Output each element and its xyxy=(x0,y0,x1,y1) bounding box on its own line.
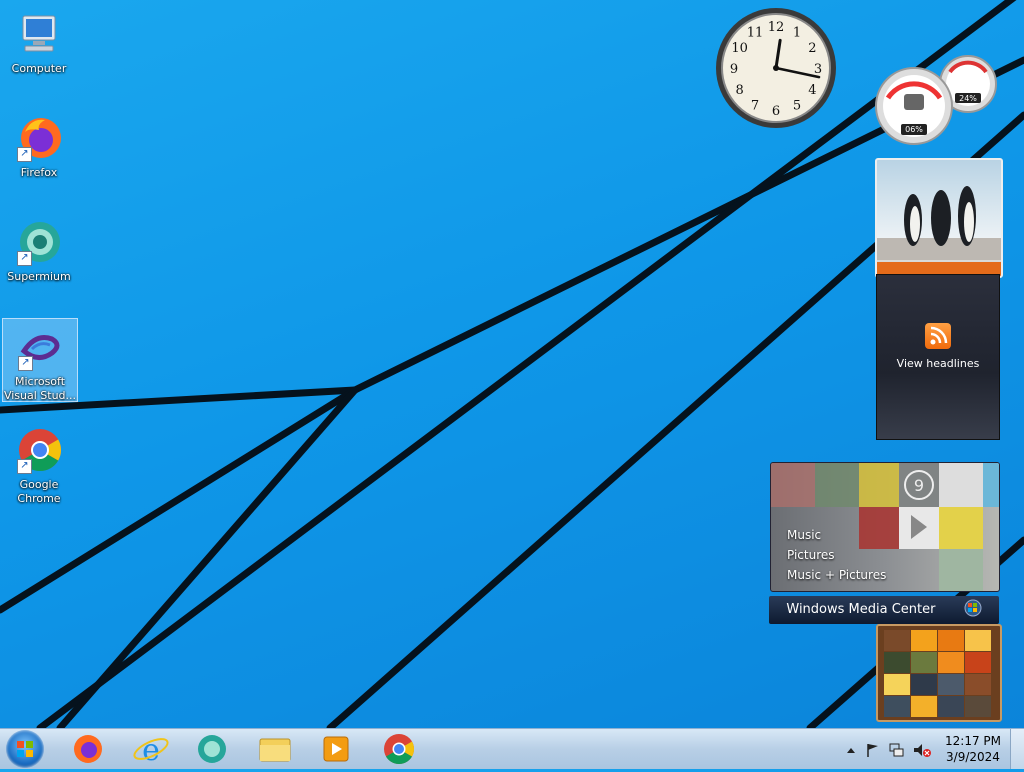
media-center-item-music[interactable]: Music xyxy=(787,525,886,545)
clock-number: 6 xyxy=(772,104,780,119)
puzzle-tile[interactable] xyxy=(911,630,937,651)
desktop-icon-firefox[interactable]: ↗ Firefox xyxy=(2,110,76,180)
slideshow-gadget[interactable] xyxy=(875,158,1003,278)
firefox-icon xyxy=(74,735,102,763)
clock-gadget[interactable]: 12 12 3 45678 9 1011 xyxy=(714,6,838,130)
puzzle-tile[interactable] xyxy=(938,652,964,673)
taskbar-date: 3/9/2024 xyxy=(946,750,1000,764)
puzzle-tile[interactable] xyxy=(965,652,991,673)
puzzle-tile[interactable] xyxy=(884,696,910,717)
desktop[interactable]: Computer ↗ Firefox ↗ Supermium ↗ Microso… xyxy=(0,0,1024,728)
clock-number: 7 xyxy=(751,98,759,113)
desktop-icon-label: Google Chrome xyxy=(17,478,61,505)
puzzle-tile[interactable] xyxy=(884,652,910,673)
shortcut-arrow-icon: ↗ xyxy=(18,356,33,371)
explorer-icon xyxy=(259,738,291,762)
action-center-flag-icon[interactable] xyxy=(867,744,878,757)
desktop-icon-supermium[interactable]: ↗ Supermium xyxy=(2,214,76,284)
puzzle-tile[interactable] xyxy=(884,674,910,695)
puzzle-tile[interactable] xyxy=(884,630,910,651)
puzzle-tile[interactable] xyxy=(965,696,991,717)
media-center-title-bar[interactable]: Windows Media Center xyxy=(769,596,999,624)
shortcut-arrow-icon: ↗ xyxy=(17,251,32,266)
media-center-gadget[interactable]: 9 Music Pictures Music + Pictures xyxy=(770,462,1000,592)
clock-number: 1 xyxy=(793,26,801,41)
supermium-icon: ↗ xyxy=(15,218,63,266)
media-center-title: Windows Media Center xyxy=(786,602,936,617)
memory-usage: 24% xyxy=(959,94,977,103)
puzzle-tile[interactable] xyxy=(965,630,991,651)
rss-icon xyxy=(925,323,951,349)
taskbar-file-explorer[interactable] xyxy=(253,731,297,767)
system-tray xyxy=(847,743,931,757)
media-center-item-pictures[interactable]: Pictures xyxy=(787,545,886,565)
clock-number: 5 xyxy=(793,98,801,113)
network-icon[interactable] xyxy=(889,743,904,757)
clock-number: 8 xyxy=(735,83,743,98)
taskbar-supermium[interactable] xyxy=(190,731,234,767)
puzzle-tile[interactable] xyxy=(965,674,991,695)
media-center-item-music-pictures[interactable]: Music + Pictures xyxy=(787,565,886,585)
taskbar-clock[interactable]: 12:17 PM 3/9/2024 xyxy=(940,733,1006,765)
cpu-meter-gadget[interactable]: 24% 06% xyxy=(872,52,1002,148)
penguins-photo xyxy=(877,186,1001,260)
puzzle-tile[interactable] xyxy=(938,674,964,695)
chrome-icon: ↗ xyxy=(15,426,63,474)
taskbar-media-player[interactable] xyxy=(314,731,358,767)
windows-logo-icon xyxy=(964,599,982,617)
desktop-icon-computer[interactable]: Computer xyxy=(2,6,76,76)
taskbar: e 12:17 PM 3/9/2024 xyxy=(0,728,1024,769)
computer-icon xyxy=(15,10,63,58)
clock-number: 11 xyxy=(747,26,764,41)
desktop-icon-label: Firefox xyxy=(20,166,58,179)
taskbar-internet-explorer[interactable]: e xyxy=(129,731,173,768)
clock-number: 9 xyxy=(730,62,738,77)
desktop-icon-label: Microsoft Visual Stud... xyxy=(3,375,77,402)
show-hidden-icons-icon[interactable] xyxy=(847,748,855,753)
puzzle-tile[interactable] xyxy=(911,652,937,673)
show-desktop-button[interactable] xyxy=(1010,729,1024,769)
desktop-icon-chrome[interactable]: ↗ Google Chrome xyxy=(2,422,76,506)
chrome-icon xyxy=(384,734,415,765)
chip-icon xyxy=(904,94,924,110)
visual-studio-icon: ↗ xyxy=(16,323,64,371)
clock-number: 2 xyxy=(808,41,816,56)
desktop-icon-visual-studio[interactable]: ↗ Microsoft Visual Stud... xyxy=(2,318,78,402)
view-headlines-link[interactable]: View headlines xyxy=(877,357,999,370)
start-button[interactable] xyxy=(6,730,44,768)
taskbar-time: 12:17 PM xyxy=(945,734,1001,748)
puzzle-tile[interactable] xyxy=(911,696,937,717)
puzzle-grid[interactable] xyxy=(884,630,991,717)
volume-muted-icon[interactable] xyxy=(914,744,931,757)
puzzle-tile[interactable] xyxy=(938,696,964,717)
ie-icon: e xyxy=(133,733,169,768)
feed-headlines-gadget[interactable]: View headlines xyxy=(876,274,1000,440)
clock-number: 12 xyxy=(768,20,785,35)
puzzle-tile[interactable] xyxy=(938,630,964,651)
media-player-icon xyxy=(323,736,349,762)
supermium-icon xyxy=(198,735,226,763)
firefox-icon: ↗ xyxy=(15,114,63,162)
taskbar-chrome[interactable] xyxy=(377,731,421,767)
taskbar-firefox[interactable] xyxy=(66,731,110,767)
desktop-icon-label: Computer xyxy=(11,62,67,75)
shortcut-arrow-icon: ↗ xyxy=(17,459,32,474)
clock-number: 3 xyxy=(814,62,822,77)
svg-text:9: 9 xyxy=(914,476,924,495)
shortcut-arrow-icon: ↗ xyxy=(17,147,32,162)
windows-logo-icon xyxy=(17,741,33,757)
puzzle-tile[interactable] xyxy=(911,674,937,695)
picture-puzzle-gadget[interactable] xyxy=(876,624,1002,722)
clock-number: 10 xyxy=(731,41,748,56)
cpu-usage: 06% xyxy=(905,125,923,134)
desktop-icon-label: Supermium xyxy=(7,270,71,283)
clock-number: 4 xyxy=(808,83,816,98)
svg-text:e: e xyxy=(142,733,160,767)
